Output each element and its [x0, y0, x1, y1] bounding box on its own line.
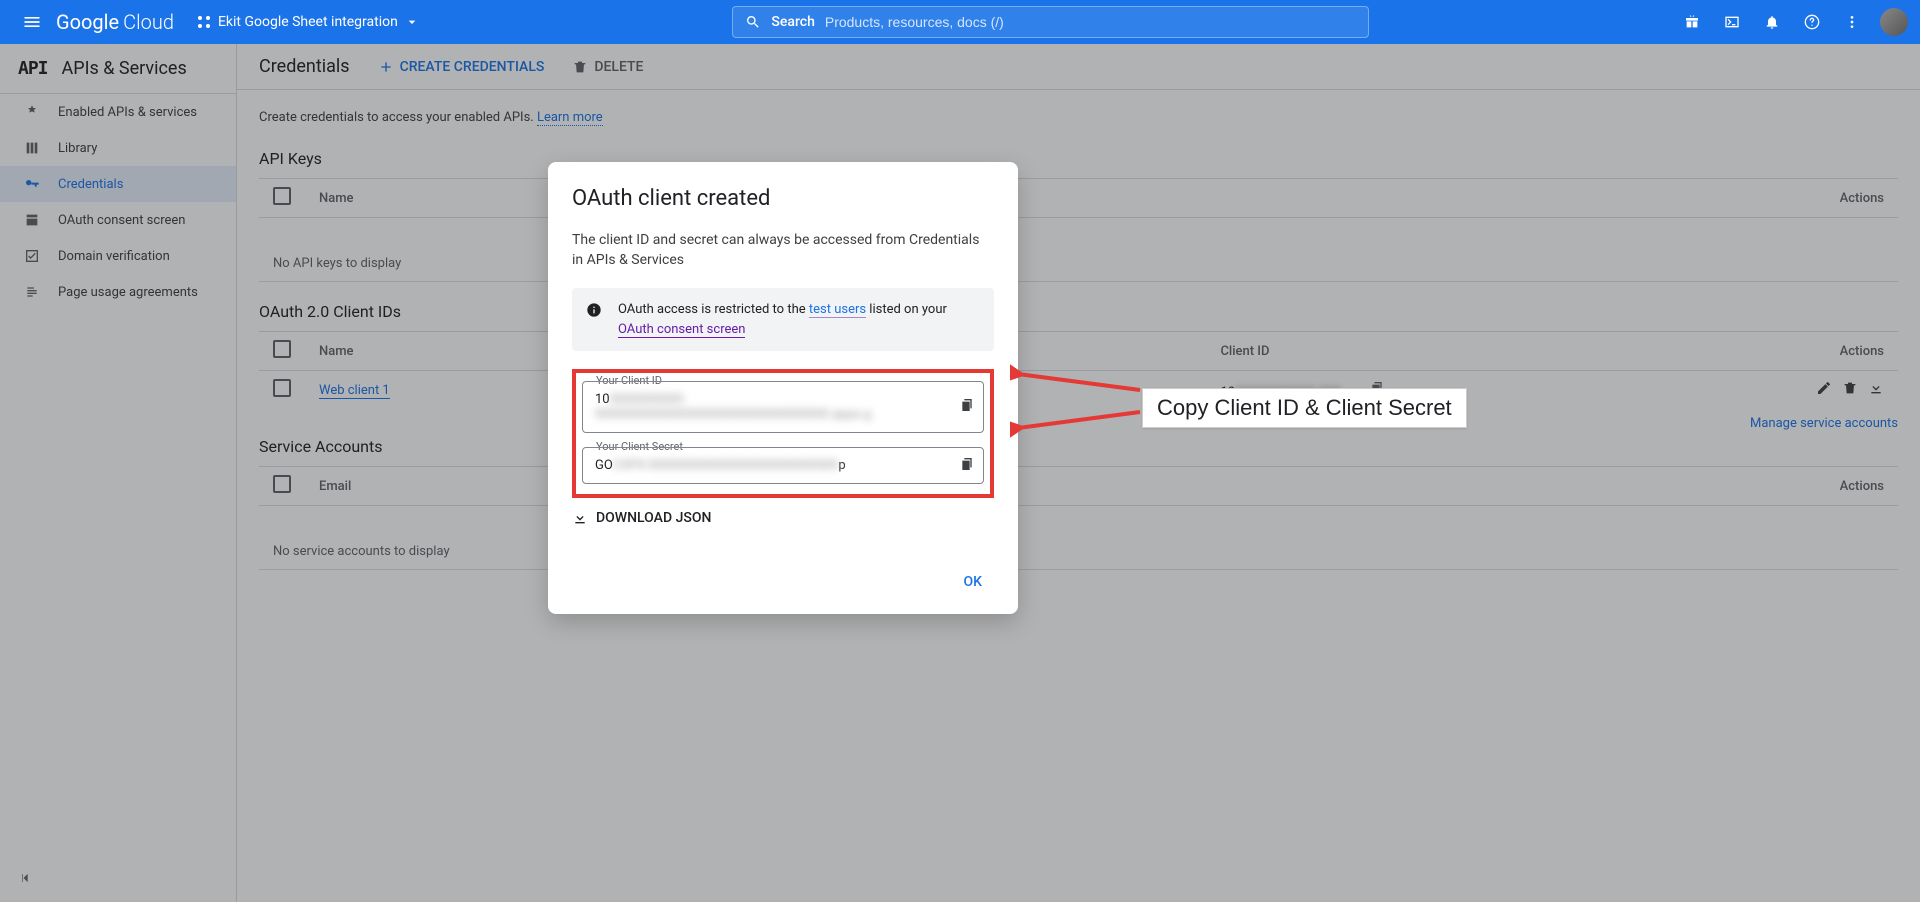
- hamburger-menu-button[interactable]: [12, 2, 52, 42]
- cloud-shell-button[interactable]: [1714, 4, 1750, 40]
- help-button[interactable]: [1794, 4, 1830, 40]
- test-users-link[interactable]: test users: [809, 302, 866, 318]
- annotation-label: Copy Client ID & Client Secret: [1142, 388, 1467, 428]
- logo-google: Google: [56, 10, 119, 34]
- dialog-title: OAuth client created: [572, 186, 994, 211]
- menu-icon: [22, 12, 42, 32]
- search-box[interactable]: Search: [732, 6, 1369, 38]
- download-json-button[interactable]: DOWNLOAD JSON: [572, 510, 994, 526]
- user-avatar[interactable]: [1880, 8, 1908, 36]
- bell-icon: [1764, 14, 1780, 30]
- gift-button[interactable]: [1674, 4, 1710, 40]
- ok-button[interactable]: OK: [952, 566, 995, 598]
- project-selector[interactable]: Ekit Google Sheet integration: [188, 10, 428, 34]
- project-icon: [196, 14, 212, 30]
- google-cloud-logo[interactable]: Google Cloud: [56, 10, 174, 34]
- info-icon: [586, 302, 602, 339]
- search-input[interactable]: [825, 14, 1357, 30]
- logo-cloud: Cloud: [123, 10, 174, 34]
- project-name: Ekit Google Sheet integration: [218, 14, 398, 30]
- help-icon: [1804, 14, 1820, 30]
- search-icon: [745, 14, 761, 30]
- chevron-down-icon: [404, 14, 420, 30]
- client-id-field: Your Client ID 100000000000-000000000000…: [582, 381, 984, 433]
- notifications-button[interactable]: [1754, 4, 1790, 40]
- copy-client-secret-button[interactable]: [959, 456, 975, 476]
- copy-icon: [959, 456, 975, 472]
- gift-icon: [1684, 14, 1700, 30]
- dialog-description: The client ID and secret can always be a…: [572, 231, 994, 270]
- credentials-highlight: Your Client ID 100000000000-000000000000…: [572, 369, 994, 498]
- copy-client-id-button[interactable]: [959, 397, 975, 417]
- more-button[interactable]: [1834, 4, 1870, 40]
- search-label: Search: [771, 14, 814, 30]
- client-secret-value[interactable]: GOCSPX-00000000000000000000000000p: [582, 447, 984, 484]
- client-id-value[interactable]: 100000000000-000000000000000000000000000…: [582, 381, 984, 433]
- consent-screen-link[interactable]: OAuth consent screen: [618, 322, 745, 338]
- copy-icon: [959, 397, 975, 413]
- oauth-created-dialog: OAuth client created The client ID and s…: [548, 162, 1018, 614]
- info-box: OAuth access is restricted to the test u…: [572, 288, 994, 351]
- download-icon: [572, 510, 588, 526]
- header-actions: [1674, 4, 1908, 40]
- terminal-icon: [1724, 14, 1740, 30]
- more-vert-icon: [1844, 14, 1860, 30]
- client-secret-field: Your Client Secret GOCSPX-00000000000000…: [582, 447, 984, 484]
- app-header: Google Cloud Ekit Google Sheet integrati…: [0, 0, 1920, 44]
